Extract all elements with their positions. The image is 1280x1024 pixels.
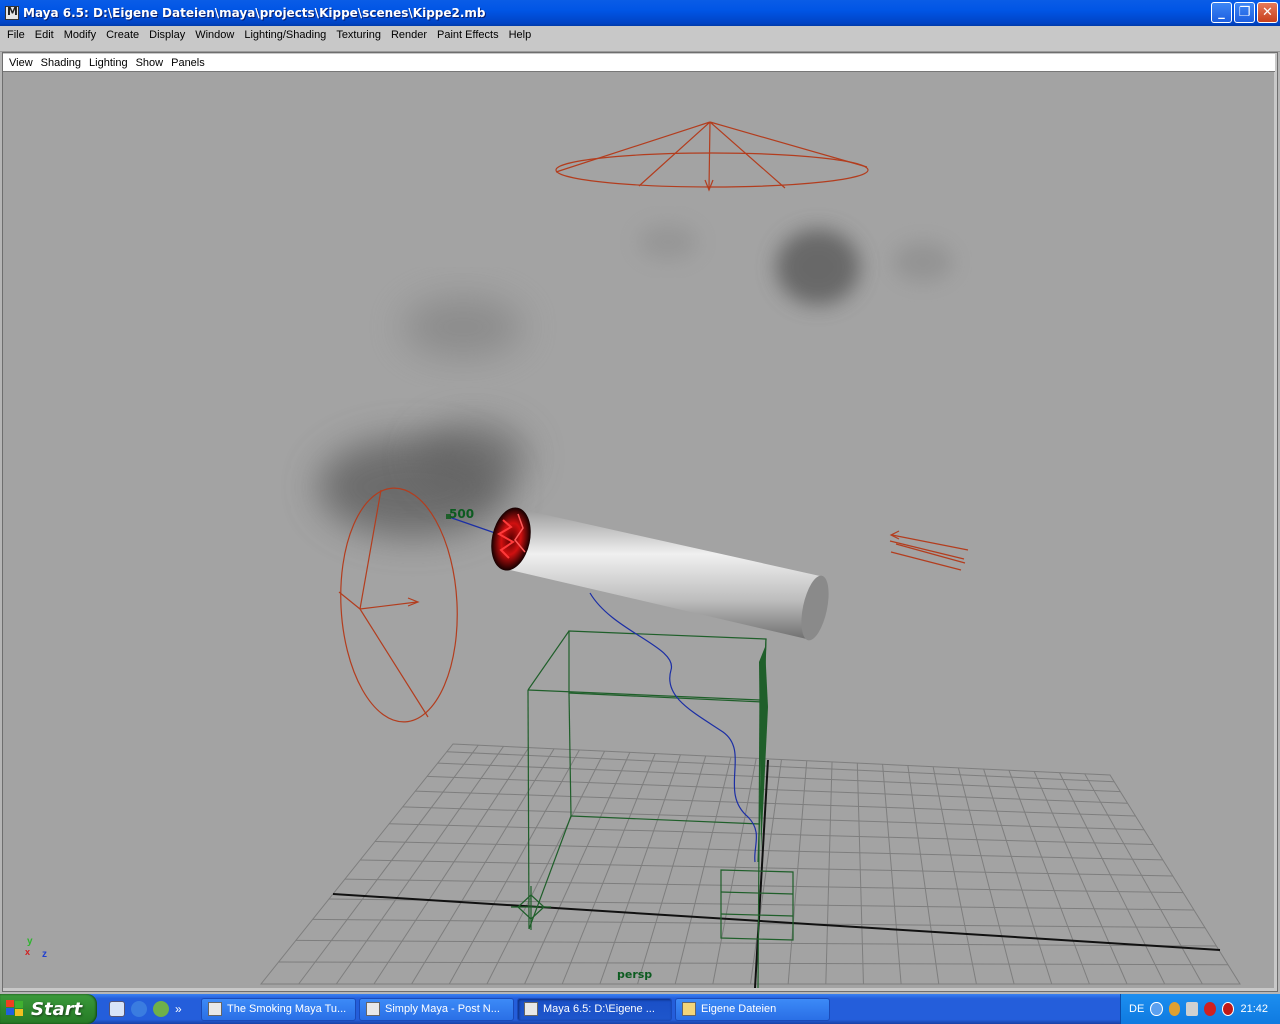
- task-list: The Smoking Maya Tu... Simply Maya - Pos…: [201, 997, 830, 1021]
- cigarette-mesh: [491, 507, 829, 641]
- start-button[interactable]: Start: [0, 994, 97, 1024]
- menu-paint-effects[interactable]: Paint Effects: [432, 26, 504, 45]
- restore-icon: ❐: [1238, 5, 1251, 20]
- viewport-scene: [259, 121, 1241, 988]
- browser-page-icon: [366, 1002, 380, 1016]
- grid-line: [298, 744, 479, 985]
- task-simply-maya[interactable]: Simply Maya - Post N...: [359, 997, 514, 1021]
- grid-line: [415, 790, 1136, 817]
- task-smoking-maya-tutorial[interactable]: The Smoking Maya Tu...: [201, 997, 356, 1021]
- window-title: Maya 6.5: D:\Eigene Dateien\maya\project…: [23, 6, 486, 20]
- panel-menu-bar: View Shading Lighting Show Panels: [3, 54, 1275, 72]
- grid-line: [825, 761, 833, 985]
- menu-display[interactable]: Display: [144, 26, 190, 45]
- particle-count-label: 500: [449, 507, 475, 521]
- main-menu-bar: File Edit Modify Create Display Window L…: [0, 26, 1280, 45]
- panel-menu-view[interactable]: View: [5, 54, 37, 72]
- grid-line: [524, 752, 631, 985]
- task-eigene-dateien[interactable]: Eigene Dateien: [675, 997, 830, 1021]
- start-label: Start: [31, 998, 83, 1020]
- grid-line: [1084, 773, 1203, 985]
- language-indicator[interactable]: DE: [1129, 1003, 1144, 1015]
- maya-app-icon[interactable]: [5, 5, 19, 20]
- tray-app-icon[interactable]: [1168, 1002, 1181, 1016]
- browser-page-icon: [208, 1002, 222, 1016]
- menu-create[interactable]: Create: [101, 26, 144, 45]
- panel-menu-show[interactable]: Show: [132, 54, 168, 72]
- menu-window[interactable]: Window: [190, 26, 239, 45]
- grid-line: [411, 748, 555, 985]
- grid-line: [1008, 770, 1090, 985]
- grid-line: [907, 765, 940, 985]
- menu-edit[interactable]: Edit: [30, 26, 59, 45]
- folder-icon: [682, 1002, 696, 1016]
- menu-modify[interactable]: Modify: [59, 26, 101, 45]
- field-plane-edge: [759, 647, 768, 852]
- antivirus-icon[interactable]: [1222, 1002, 1235, 1016]
- minimize-icon: _: [1218, 5, 1225, 20]
- grid-line: [856, 763, 864, 985]
- task-label: Simply Maya - Post N...: [385, 1003, 500, 1015]
- quick-launch-more[interactable]: »: [175, 1002, 182, 1016]
- camera-name-label: persp: [617, 968, 653, 981]
- menu-texturing[interactable]: Texturing: [331, 26, 386, 45]
- grid-line: [486, 750, 606, 985]
- menu-separator: [0, 45, 1280, 52]
- close-icon: ✕: [1262, 5, 1273, 20]
- task-label: Maya 6.5: D:\Eigene ...: [543, 1003, 655, 1015]
- grid-line: [932, 766, 977, 985]
- view-axis-y: y: [27, 936, 33, 947]
- directional-light: [889, 530, 969, 571]
- grid-line: [957, 767, 1015, 985]
- ground-grid: [259, 743, 1241, 985]
- grid-line: [402, 806, 1145, 831]
- minimize-button[interactable]: _: [1211, 2, 1232, 23]
- spot-light-top: [555, 121, 869, 192]
- tray-expand-icon[interactable]: [1150, 1002, 1163, 1016]
- menu-lighting-shading[interactable]: Lighting/Shading: [239, 26, 331, 45]
- desktop-icon[interactable]: [109, 1001, 125, 1017]
- volume-field-box: [527, 630, 794, 988]
- task-label: The Smoking Maya Tu...: [227, 1003, 347, 1015]
- grid-line: [1059, 772, 1166, 985]
- perspective-viewport[interactable]: 500 persp y x z: [3, 72, 1274, 988]
- title-bar: Maya 6.5: D:\Eigene Dateien\maya\project…: [0, 0, 1280, 26]
- windows-taskbar: Start » The Smoking Maya Tu... Simply Ma…: [0, 994, 1280, 1024]
- system-tray: DE 21:42: [1120, 994, 1280, 1024]
- restore-button[interactable]: ❐: [1234, 2, 1255, 23]
- close-button[interactable]: ✕: [1257, 2, 1278, 23]
- smoke-particles: [318, 224, 953, 537]
- task-maya-window[interactable]: Maya 6.5: D:\Eigene ...: [517, 997, 672, 1021]
- panel-menu-shading[interactable]: Shading: [37, 54, 85, 72]
- view-axis-z: z: [42, 949, 47, 960]
- maya-app-icon: [524, 1002, 538, 1016]
- grid-line: [335, 746, 504, 985]
- internet-explorer-icon[interactable]: [131, 1001, 147, 1017]
- messenger-icon[interactable]: [153, 1001, 169, 1017]
- grid-line: [427, 775, 1128, 804]
- grid-line: [599, 754, 681, 985]
- grid-line: [1033, 771, 1128, 985]
- quick-launch: »: [109, 1001, 199, 1017]
- menu-help[interactable]: Help: [504, 26, 537, 45]
- menu-render[interactable]: Render: [386, 26, 432, 45]
- grid-line: [561, 753, 656, 985]
- panel-menu-panels[interactable]: Panels: [167, 54, 209, 72]
- grid-line: [448, 749, 580, 985]
- menu-file[interactable]: File: [2, 26, 30, 45]
- security-shield-icon[interactable]: [1204, 1002, 1217, 1016]
- view-axis-x: x: [25, 947, 31, 957]
- grid-line: [375, 840, 1163, 861]
- task-label: Eigene Dateien: [701, 1003, 777, 1015]
- panel-menu-lighting[interactable]: Lighting: [85, 54, 132, 72]
- network-icon[interactable]: [1186, 1002, 1199, 1016]
- grid-line: [882, 764, 902, 985]
- grid-line: [329, 898, 1194, 911]
- windows-flag-icon: [6, 1000, 26, 1018]
- grid-line: [373, 747, 530, 985]
- grid-line: [983, 768, 1053, 985]
- clock: 21:42: [1240, 1003, 1269, 1015]
- window-controls: _ ❐ ✕: [1211, 2, 1278, 23]
- grid-line: [637, 755, 707, 985]
